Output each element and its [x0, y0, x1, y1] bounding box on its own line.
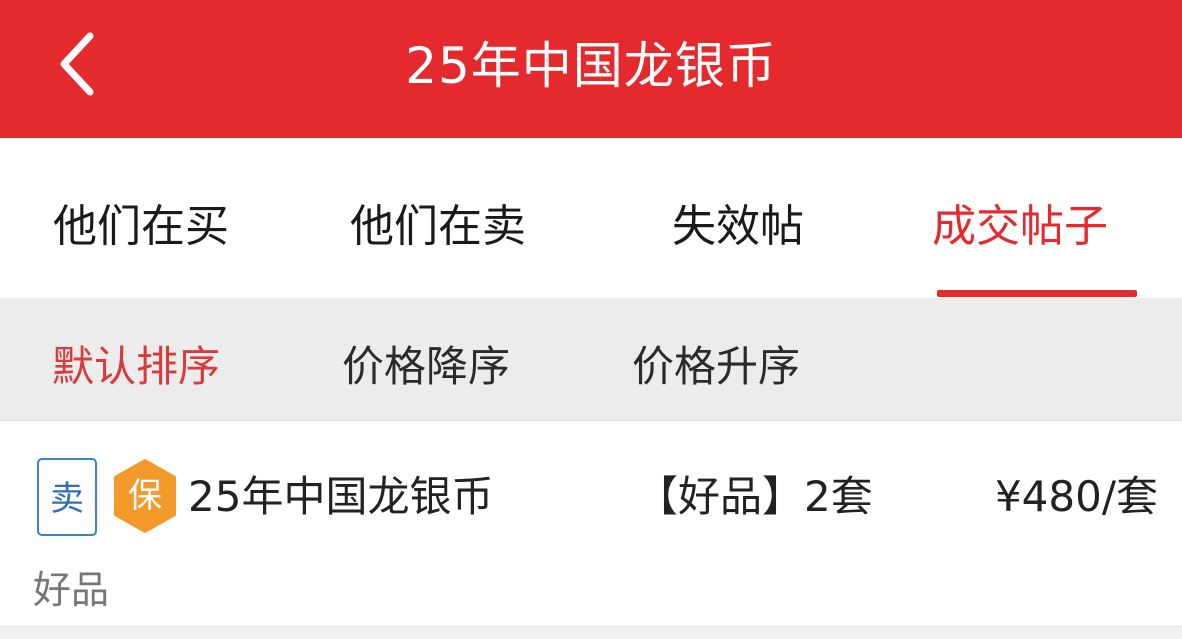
guarantee-badge-label: 保: [128, 476, 162, 516]
sort-bar: 默认排序 价格降序 价格升序: [0, 298, 1182, 421]
listing-quantity: 【好品】2套: [636, 472, 873, 521]
tab-bar: 他们在买 他们在卖 失效帖 成交帖子: [0, 138, 1182, 298]
sort-price-asc[interactable]: 价格升序: [632, 333, 800, 394]
list-divider: [0, 626, 1182, 639]
sort-price-desc[interactable]: 价格降序: [342, 333, 510, 394]
listing-condition: 好品: [33, 568, 110, 612]
tab-they-sell[interactable]: 他们在卖: [350, 190, 526, 254]
sell-badge: 卖: [37, 458, 97, 536]
list-item[interactable]: 卖 保 25年中国龙银币 【好品】2套 ¥480/套 好品: [0, 421, 1182, 626]
tab-completed-posts[interactable]: 成交帖子: [932, 190, 1108, 254]
page-title: 25年中国龙银币: [405, 37, 777, 95]
listing-price: ¥480/套: [994, 472, 1158, 521]
tab-expired-posts[interactable]: 失效帖: [672, 190, 804, 254]
top-bar: 25年中国龙银币: [0, 0, 1182, 138]
guarantee-badge: 保: [112, 458, 178, 534]
active-tab-indicator: [937, 290, 1137, 297]
sort-default[interactable]: 默认排序: [52, 333, 220, 394]
listing-name: 25年中国龙银币: [188, 472, 494, 521]
tab-they-buy[interactable]: 他们在买: [53, 190, 229, 254]
